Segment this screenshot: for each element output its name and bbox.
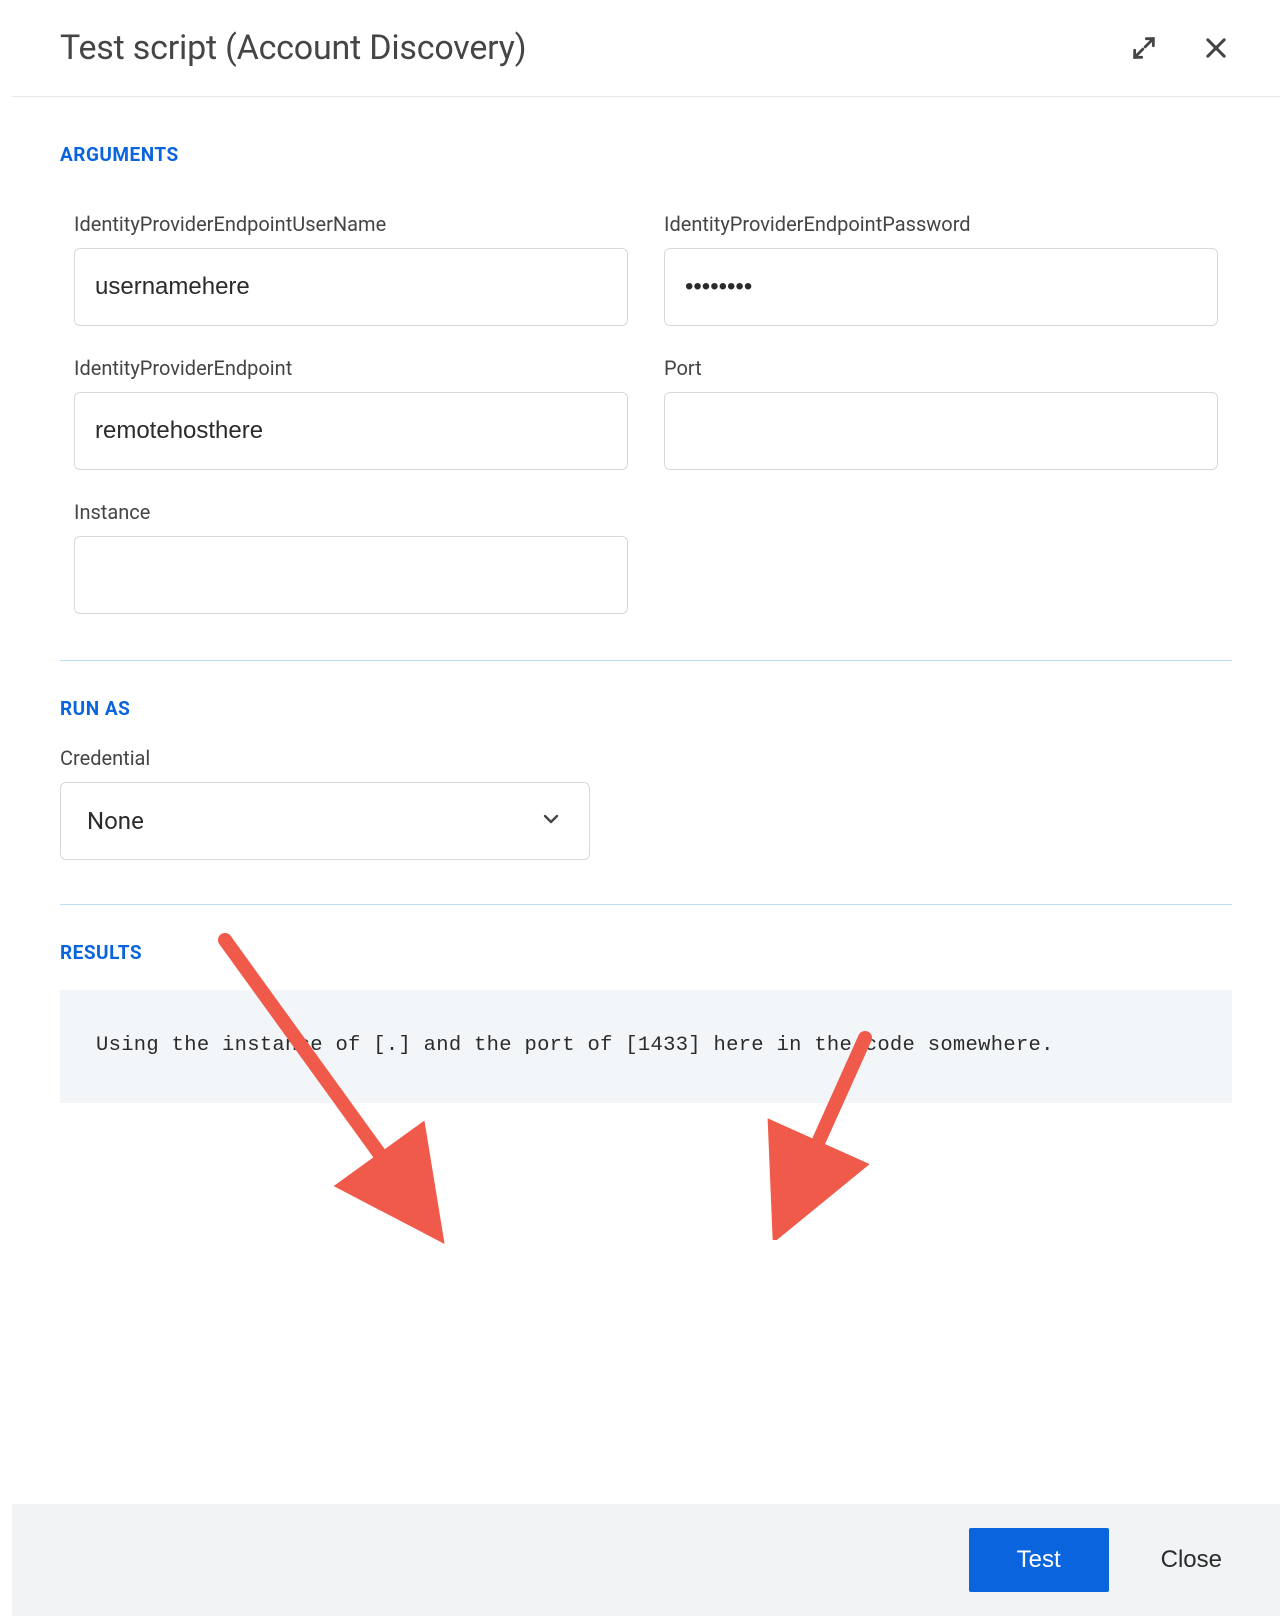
results-output: Using the instance of [.] and the port o… (60, 990, 1232, 1103)
instance-input[interactable] (74, 536, 628, 614)
modal-footer: Test Close (12, 1504, 1280, 1616)
arguments-heading: ARGUMENTS (60, 143, 1232, 166)
credential-value: None (87, 807, 539, 835)
username-input[interactable] (74, 248, 628, 326)
credential-select[interactable]: None (60, 782, 590, 860)
password-label: IdentityProviderEndpointPassword (664, 212, 1218, 236)
instance-label: Instance (74, 500, 628, 524)
section-divider-2 (60, 904, 1232, 905)
port-group: Port (664, 356, 1218, 470)
expand-icon[interactable] (1128, 32, 1160, 64)
close-button[interactable]: Close (1161, 1546, 1222, 1574)
endpoint-label: IdentityProviderEndpoint (74, 356, 628, 380)
password-group: IdentityProviderEndpointPassword (664, 212, 1218, 326)
credential-group: Credential None (60, 746, 1232, 860)
modal-title: Test script (Account Discovery) (60, 28, 526, 68)
endpoint-input[interactable] (74, 392, 628, 470)
credential-label: Credential (60, 746, 1232, 770)
close-icon[interactable] (1200, 32, 1232, 64)
results-heading: RESULTS (60, 941, 1232, 964)
runas-heading: RUN AS (60, 697, 1232, 720)
port-label: Port (664, 356, 1218, 380)
test-button[interactable]: Test (969, 1528, 1109, 1592)
instance-group: Instance (74, 500, 628, 614)
modal-body: ARGUMENTS IdentityProviderEndpointUserNa… (12, 97, 1280, 1504)
endpoint-group: IdentityProviderEndpoint (74, 356, 628, 470)
username-group: IdentityProviderEndpointUserName (74, 212, 628, 326)
username-label: IdentityProviderEndpointUserName (74, 212, 628, 236)
test-script-modal: Test script (Account Discovery) ARGUMENT (12, 0, 1280, 1616)
port-input[interactable] (664, 392, 1218, 470)
header-actions (1128, 32, 1232, 64)
chevron-down-icon (539, 807, 563, 835)
password-input[interactable] (664, 248, 1218, 326)
arguments-grid: IdentityProviderEndpointUserName Identit… (60, 212, 1232, 660)
modal-header: Test script (Account Discovery) (12, 0, 1280, 97)
section-divider (60, 660, 1232, 661)
runas-section: RUN AS Credential None (60, 697, 1232, 904)
